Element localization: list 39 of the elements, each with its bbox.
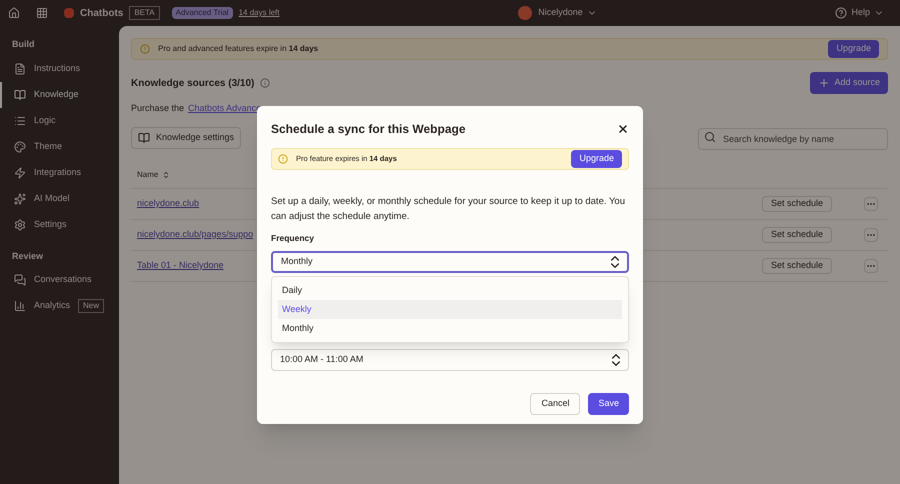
dropdown-option[interactable]: Daily (278, 280, 622, 300)
add-source-button[interactable]: Add source (810, 72, 888, 94)
sidebar-item[interactable]: Settings (0, 212, 119, 238)
sidebar-item[interactable]: Theme (0, 134, 119, 160)
purchase-text: Purchase the (131, 102, 184, 115)
sidebar-item[interactable]: Instructions (0, 56, 119, 82)
knowledge-settings-button[interactable]: Knowledge settings (131, 126, 242, 148)
upgrade-button[interactable]: Upgrade (571, 150, 622, 168)
dropdown-option[interactable]: Weekly (278, 300, 622, 319)
field-label: Frequency (271, 232, 315, 245)
sidebar-item[interactable]: Logic (0, 108, 119, 134)
dialog-title: Schedule a sync for this Webpage (271, 121, 466, 138)
section-heading: Knowledge sources (3/10) (131, 76, 254, 90)
new-badge: New (78, 299, 104, 313)
save-button[interactable]: Save (588, 392, 629, 415)
cancel-button[interactable]: Cancel (530, 392, 580, 415)
time-select[interactable]: 10:00 AM - 11:00 AM (271, 348, 629, 371)
sidebar-item[interactable]: Analytics New (0, 293, 119, 319)
trial-badge: Advanced Trial (172, 7, 233, 19)
help-menu[interactable]: Help (851, 6, 884, 20)
app-name: Chatbots (80, 6, 124, 20)
beta-badge: BETA (129, 6, 160, 20)
set-schedule-button[interactable]: Set schedule (762, 226, 832, 242)
dialog-description: Set up a daily, weekly, or monthly schedule for your source to keep it up to date. You can adjust the schedule anytime. (271, 195, 626, 224)
section-title: Review (11, 250, 44, 262)
upgrade-button[interactable]: Upgrade (828, 40, 879, 58)
banner-text: Pro and advanced features expire in 14 days (158, 43, 320, 55)
section-title: Build (11, 38, 36, 51)
column-header: Name (137, 168, 158, 180)
sidebar-item[interactable]: Integrations (0, 160, 119, 186)
frequency-select[interactable]: Monthly (271, 250, 629, 273)
search-field[interactable]: Search knowledge by name (698, 128, 888, 150)
days-left-link[interactable]: 14 days left (238, 7, 280, 19)
set-schedule-button[interactable]: Set schedule (762, 258, 832, 274)
dropdown-option[interactable]: Monthly (278, 318, 622, 338)
workspace-selector[interactable]: Nicelydone (538, 6, 597, 20)
set-schedule-button[interactable]: Set schedule (762, 196, 832, 212)
sidebar-item[interactable]: AI Model (0, 186, 119, 212)
sidebar-item[interactable]: Conversations (0, 267, 119, 293)
